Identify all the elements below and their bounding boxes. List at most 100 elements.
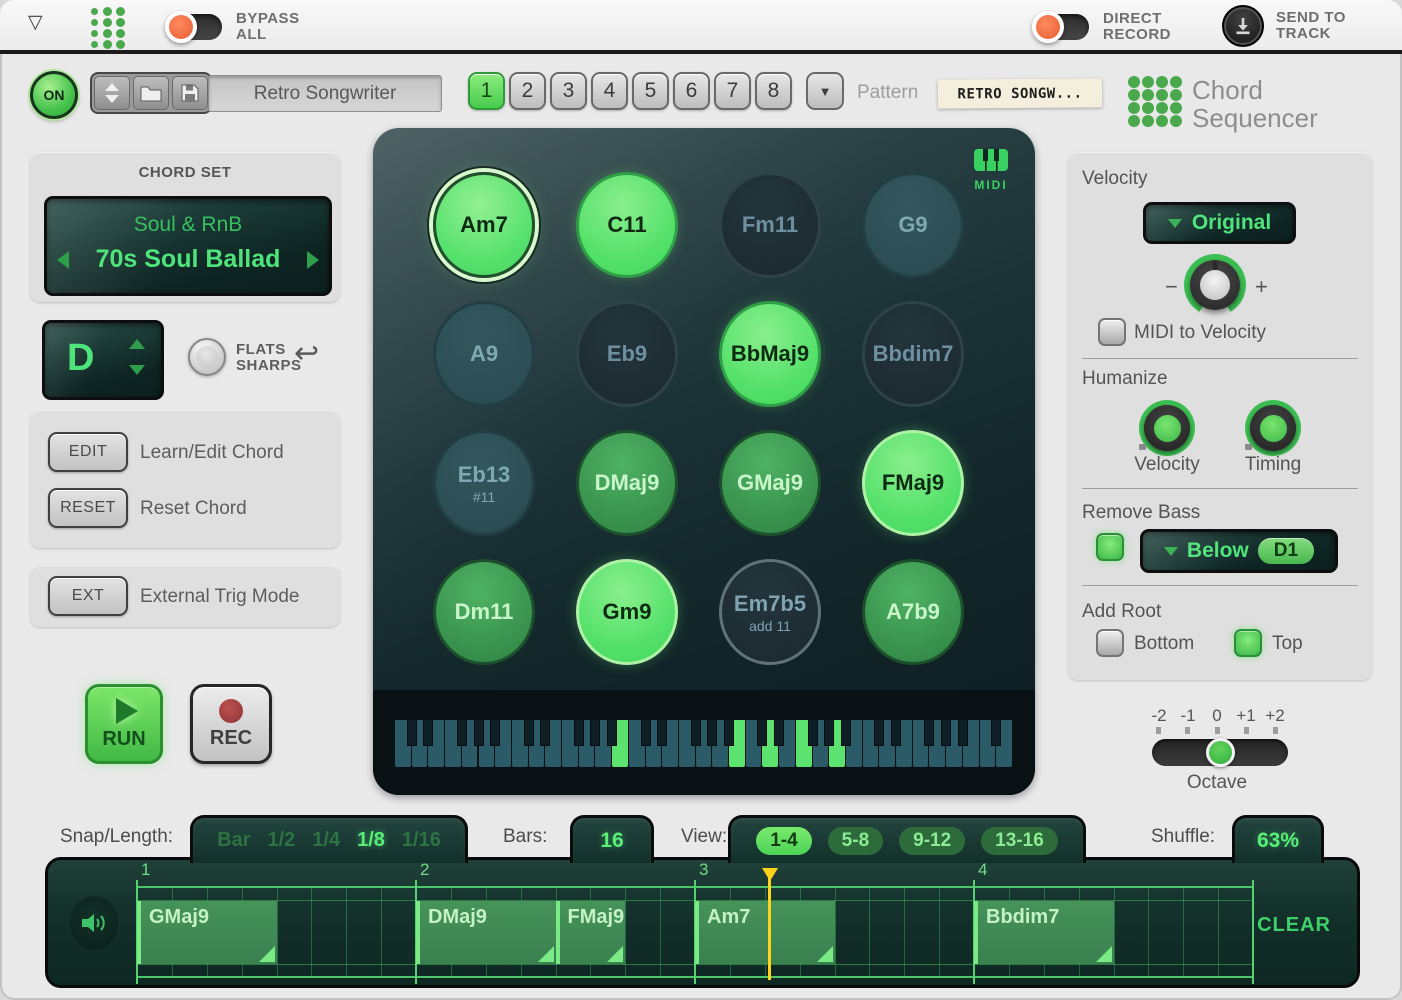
velocity-knob[interactable] [1184,254,1246,316]
chord-pad-Bbdim7[interactable]: Bbdim7 [862,301,964,407]
remove-bass-note[interactable]: D1 [1258,538,1314,564]
snap-option-1/8[interactable]: 1/8 [357,829,385,852]
audition-speaker-button[interactable] [70,896,118,950]
pattern-button-5[interactable]: 5 [632,72,669,110]
velocity-knob-cap[interactable] [1200,270,1230,300]
chord-pad-Gm9[interactable]: Gm9 [576,559,678,665]
view-option-1-4[interactable]: 1-4 [756,827,811,855]
ext-button[interactable]: EXT [48,576,128,616]
chord-pad-DMaj9[interactable]: DMaj9 [576,430,678,536]
black-key-32[interactable] [941,720,951,746]
clear-button[interactable]: CLEAR [1257,914,1331,937]
chord-pad-Eb9[interactable]: Eb9 [576,301,678,407]
chord-pad-Am7[interactable]: Am7 [433,172,535,278]
chord-set-next-icon[interactable] [307,251,319,269]
chord-pad-Em7b5[interactable]: Em7b5add 11 [719,559,821,665]
black-key-26[interactable] [841,720,851,746]
chord-pad-BbMaj9[interactable]: BbMaj9 [719,301,821,407]
black-key-0[interactable] [407,720,417,746]
black-key-35[interactable] [991,720,1001,746]
flats-sharps-button[interactable] [188,338,226,376]
black-key-10[interactable] [574,720,584,746]
power-on-button[interactable]: ON [30,71,78,119]
pattern-button-6[interactable]: 6 [673,72,710,110]
black-key-1[interactable] [423,720,433,746]
chord-set-display[interactable]: Soul & RnB 70s Soul Ballad [44,196,332,296]
black-key-21[interactable] [757,720,767,746]
humanize-timing-knob[interactable] [1245,400,1301,456]
black-key-15[interactable] [657,720,667,746]
snap-option-1/2[interactable]: 1/2 [267,829,295,852]
humanize-velocity-knob[interactable] [1139,400,1195,456]
send-to-track-button[interactable]: SEND TO TRACK [1222,5,1346,47]
pattern-button-2[interactable]: 2 [509,72,546,110]
pattern-name-display[interactable]: RETRO SONGW... [938,78,1102,108]
pattern-button-3[interactable]: 3 [550,72,587,110]
octave-slider[interactable] [1152,739,1288,766]
black-key-19[interactable] [724,720,734,746]
black-key-25[interactable] [824,720,834,746]
timeline-grid[interactable]: 1234GMaj9DMaj9FMaj9Am7Bbdim7 [137,886,1253,978]
pattern-button-7[interactable]: 7 [714,72,751,110]
black-key-12[interactable] [607,720,617,746]
octave-slider-thumb[interactable] [1206,738,1235,767]
pattern-dropdown-button[interactable]: ▼ [806,72,844,110]
bypass-switch-knob[interactable] [165,11,197,43]
preset-down-icon[interactable] [105,95,119,103]
direct-record-switch-knob[interactable] [1032,11,1064,43]
pattern-button-4[interactable]: 4 [591,72,628,110]
black-key-28[interactable] [874,720,884,746]
snap-option-Bar[interactable]: Bar [217,829,250,852]
black-key-11[interactable] [590,720,600,746]
chord-pad-GMaj9[interactable]: GMaj9 [719,430,821,536]
view-option-13-16[interactable]: 13-16 [981,827,1058,855]
piano-keyboard[interactable] [395,720,1013,767]
chord-pad-FMaj9[interactable]: FMaj9 [862,430,964,536]
playhead-line[interactable] [768,870,771,980]
black-key-31[interactable] [924,720,934,746]
black-key-8[interactable] [540,720,550,746]
playhead-flag-icon[interactable] [762,868,778,881]
remove-bass-dropdown[interactable]: Below D1 [1140,529,1338,573]
key-selector-display[interactable]: D [42,320,164,400]
timeline-block-Am7[interactable]: Am7 [695,901,835,964]
snap-option-1/16[interactable]: 1/16 [402,829,441,852]
shuffle-tab[interactable]: 63% [1232,815,1324,863]
view-option-9-12[interactable]: 9-12 [899,827,965,855]
black-key-3[interactable] [457,720,467,746]
add-root-top-checkbox[interactable] [1234,629,1262,657]
direct-record-switch-track[interactable] [1035,14,1089,40]
preset-prev-next-stepper[interactable] [94,76,130,110]
midi-to-velocity-checkbox[interactable] [1098,318,1126,346]
velocity-mode-dropdown[interactable]: Original [1143,202,1296,244]
black-key-22[interactable] [774,720,784,746]
direct-record-toggle[interactable]: DIRECT RECORD [1035,11,1171,43]
remove-bass-checkbox[interactable] [1096,533,1124,561]
chord-pad-Dm11[interactable]: Dm11 [433,559,535,665]
timeline-block-DMaj9[interactable]: DMaj9 [416,901,556,964]
humanize-velocity-knob-cap[interactable] [1154,415,1181,442]
key-up-icon[interactable] [129,339,145,349]
chord-pad-Fm11[interactable]: Fm11 [719,172,821,278]
preset-load-button[interactable] [133,76,169,110]
preset-name-field[interactable]: Retro Songwriter [208,75,442,112]
rec-button[interactable]: REC [190,684,272,764]
window-menu-icon[interactable]: ▽ [28,11,43,34]
black-key-18[interactable] [707,720,717,746]
reset-button[interactable]: RESET [48,488,128,528]
snap-option-1/4[interactable]: 1/4 [312,829,340,852]
black-key-29[interactable] [891,720,901,746]
send-to-track-icon[interactable] [1222,5,1264,47]
bars-value[interactable]: 16 [600,829,623,853]
view-option-5-8[interactable]: 5-8 [828,827,883,855]
preset-save-button[interactable] [172,76,208,110]
black-key-33[interactable] [958,720,968,746]
shuffle-value[interactable]: 63% [1257,829,1299,853]
bypass-all-toggle[interactable]: BYPASS ALL [168,11,300,43]
edit-button[interactable]: EDIT [48,432,128,472]
chord-pad-G9[interactable]: G9 [862,172,964,278]
bars-tab[interactable]: 16 [570,815,654,863]
pattern-button-8[interactable]: 8 [755,72,792,110]
chord-pad-A7b9[interactable]: A7b9 [862,559,964,665]
black-key-17[interactable] [691,720,701,746]
